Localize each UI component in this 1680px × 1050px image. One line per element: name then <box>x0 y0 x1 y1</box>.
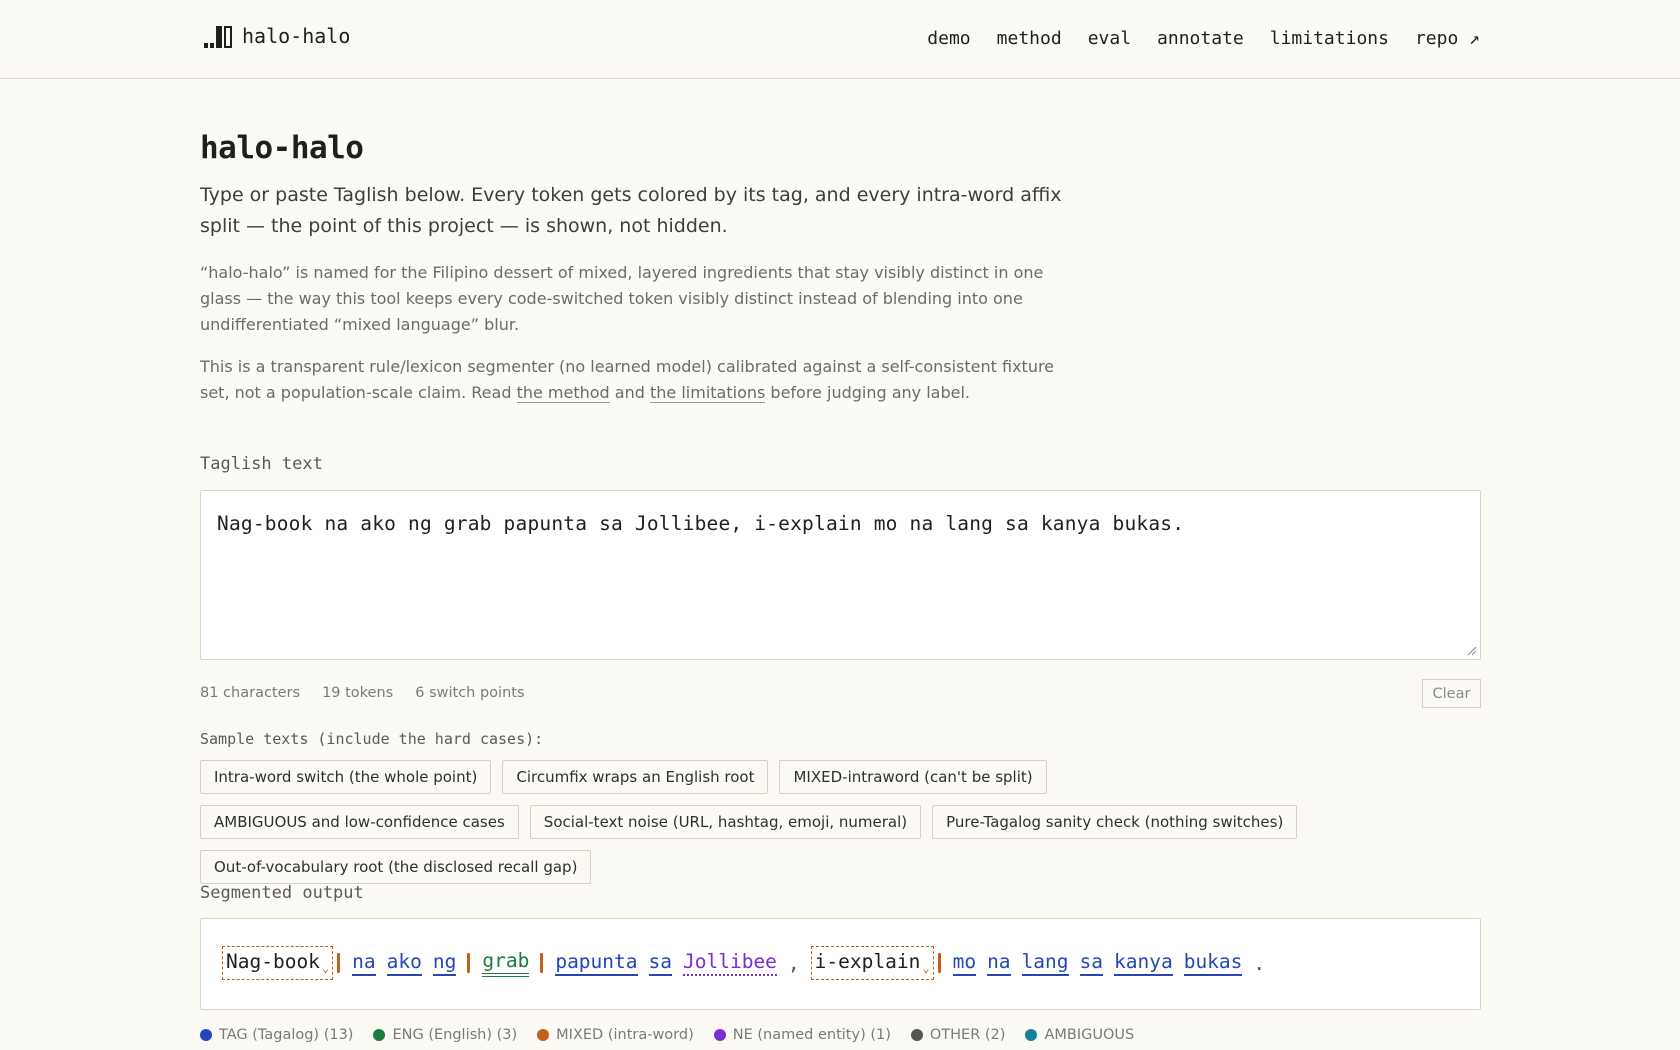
legend-dot-icon <box>910 1029 923 1041</box>
legend-dot-icon <box>713 1029 726 1041</box>
token-tag[interactable]: sa <box>1079 950 1103 976</box>
legend-item: NE (named entity) (1) <box>713 1027 891 1043</box>
brand-name: halo-halo <box>242 24 351 48</box>
input-label: Taglish text <box>200 454 323 474</box>
switch-count: 6 switch points <box>415 685 525 701</box>
legend-item: TAG (Tagalog) (13) <box>200 1027 353 1043</box>
text-stats: 81 characters 19 tokens 6 switch points <box>200 685 525 701</box>
token-ne[interactable]: Jollibee <box>683 950 777 976</box>
switch-point-marker <box>937 953 941 973</box>
sample-mixed-intraword[interactable]: MIXED-intraword (can't be split) <box>779 760 1047 794</box>
nav-limitations[interactable]: limitations <box>1270 28 1389 49</box>
token-tag[interactable]: papunta <box>555 950 638 976</box>
nav-annotate[interactable]: annotate <box>1157 28 1244 49</box>
logo-icon <box>204 24 232 48</box>
tag-legend: TAG (Tagalog) (13) ENG (English) (3) MIXED… <box>200 1027 1134 1043</box>
brand[interactable]: halo-halo <box>204 24 350 48</box>
sample-oov-root[interactable]: Out-of-vocabulary root (the disclosed re… <box>200 850 592 884</box>
legend-dot-icon <box>200 1029 212 1041</box>
taglish-textarea[interactable]: Nag-book na ako ng grab papunta sa Jolli… <box>200 490 1481 660</box>
sample-chips: Intra-word switch (the whole point) Circ… <box>200 760 1320 884</box>
token-mixed[interactable]: i-explain ⌄ <box>810 946 934 980</box>
top-bar: halo-halo demo method eval annotate limi… <box>0 0 1680 79</box>
about-paragraph: “halo-halo” is named for the Filipino de… <box>200 263 1044 334</box>
segmented-output: Nag-book ⌄ na ako ng grab papunta sa Jollibee, i-… <box>200 918 1481 1010</box>
token-tag[interactable]: mo <box>952 950 977 976</box>
limitations-link[interactable]: the limitations <box>650 383 766 403</box>
sample-circumfix[interactable]: Circumfix wraps an English root <box>502 760 769 794</box>
token-eng[interactable]: grab <box>482 949 530 977</box>
sample-intra-word[interactable]: Intra-word switch (the whole point) <box>200 760 492 794</box>
token-tag[interactable]: na <box>352 950 376 976</box>
main-content: halo-halo Type or paste Taglish below. E… <box>200 130 1481 1043</box>
sample-pure-tagalog[interactable]: Pure-Tagalog sanity check (nothing switc… <box>932 805 1298 839</box>
legend-dot-icon <box>1025 1029 1038 1041</box>
token-count: 19 tokens <box>322 685 394 701</box>
legend-label: OTHER (2) <box>929 1027 1006 1043</box>
legend-label: AMBIGUOUS <box>1044 1027 1135 1043</box>
legend-item: MIXED (intra-word) <box>537 1027 694 1043</box>
nav-demo[interactable]: demo <box>927 28 970 49</box>
chevron-down-icon: ⌄ <box>922 961 930 975</box>
token-oth[interactable]: . <box>1253 952 1265 975</box>
legend-label: TAG (Tagalog) (13) <box>219 1027 354 1043</box>
page-lead: Type or paste Taglish below. Every token… <box>200 184 1062 237</box>
nav-method[interactable]: method <box>997 28 1062 49</box>
sample-ambiguous[interactable]: AMBIGUOUS and low-confidence cases <box>200 805 519 839</box>
clear-button[interactable]: Clear <box>1422 679 1481 708</box>
token-tag[interactable]: kanya <box>1114 950 1173 976</box>
legend-label: NE (named entity) (1) <box>732 1027 891 1043</box>
samples-label: Sample texts (include the hard cases): <box>200 730 544 748</box>
legend-dot-icon <box>537 1029 550 1041</box>
textarea-value: Nag-book na ako ng grab papunta sa Jolli… <box>217 512 1185 535</box>
legend-label: MIXED (intra-word) <box>556 1027 694 1043</box>
nav-eval[interactable]: eval <box>1088 28 1131 49</box>
legend-dot-icon <box>373 1029 386 1041</box>
legend-item: AMBIGUOUS <box>1025 1027 1134 1043</box>
resize-grip-icon[interactable] <box>1467 646 1477 656</box>
char-count: 81 characters <box>200 685 301 701</box>
switch-point-marker <box>337 953 341 973</box>
token-tag[interactable]: lang <box>1021 950 1069 976</box>
chevron-down-icon: ⌄ <box>321 961 330 975</box>
main-nav: demo method eval annotate limitations re… <box>927 28 1480 49</box>
token-tag[interactable]: sa <box>648 950 672 976</box>
token-tag[interactable]: na <box>987 950 1011 976</box>
sample-social-noise[interactable]: Social-text noise (URL, hashtag, emoji, … <box>529 805 922 839</box>
token-tag[interactable]: ng <box>432 950 457 976</box>
token-oth[interactable]: , <box>788 952 800 975</box>
legend-item: OTHER (2) <box>910 1027 1006 1043</box>
page-title: halo-halo <box>200 130 364 166</box>
disclaimer-paragraph: This is a transparent rule/lexicon segme… <box>200 357 1055 403</box>
token-tag[interactable]: ako <box>386 950 422 976</box>
legend-item: ENG (English) (3) <box>373 1027 517 1043</box>
output-label: Segmented output <box>200 883 364 903</box>
token-list: Nag-book ⌄ na ako ng grab papunta sa Jollibee, i-… <box>222 946 1276 980</box>
switch-point-marker <box>467 953 471 973</box>
token-mixed[interactable]: Nag-book ⌄ <box>222 946 334 980</box>
token-tag[interactable]: bukas <box>1183 950 1243 976</box>
method-link[interactable]: the method <box>516 383 610 403</box>
legend-label: ENG (English) (3) <box>392 1027 518 1043</box>
switch-point-marker <box>540 953 544 973</box>
nav-repo[interactable]: repo ↗ <box>1415 28 1480 49</box>
